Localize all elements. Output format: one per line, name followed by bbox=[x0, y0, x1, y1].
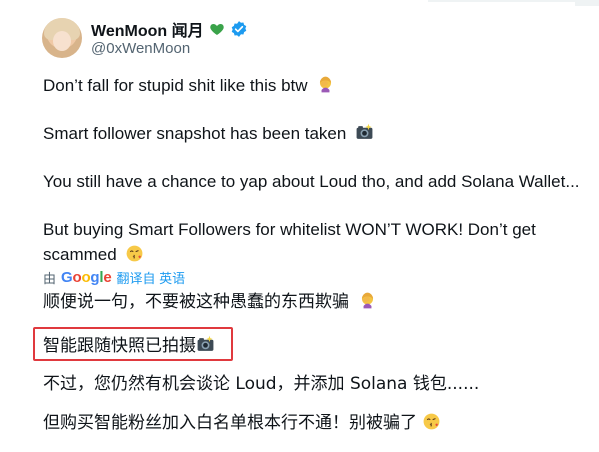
translated-paragraph-highlighted: 智能跟随快照已拍摄 bbox=[43, 334, 215, 358]
tweet-text: Don’t fall for stupid shit like this btw bbox=[43, 76, 308, 95]
green-heart-icon bbox=[209, 24, 224, 35]
avatar[interactable] bbox=[42, 18, 82, 58]
translated-text: 但购买智能粉丝加入白名单根本行不通！别被骗了 bbox=[43, 413, 417, 433]
translated-paragraph: 但购买智能粉丝加入白名单根本行不通！别被骗了 bbox=[43, 411, 441, 435]
tweet-card: WenMoon 闻月 @0xWenMoon Don’t fall for stu… bbox=[0, 0, 599, 452]
divider bbox=[575, 0, 599, 6]
kissing-face-emoji-icon bbox=[423, 413, 440, 430]
tweet-text: But buying Smart Followers for whitelist… bbox=[43, 220, 536, 264]
avatar-face bbox=[53, 31, 71, 51]
translated-text: 不过，您仍然有机会谈论 Loud，并添加 Solana 钱包...... bbox=[43, 374, 480, 394]
translated-from-link[interactable]: 翻译自 英语 bbox=[117, 268, 186, 287]
display-name[interactable]: WenMoon 闻月 bbox=[91, 17, 204, 41]
translated-paragraph: 顺便说一句，不要被这种愚蠢的东西欺骗 bbox=[43, 290, 377, 314]
divider bbox=[428, 0, 599, 2]
tweet-paragraph: Smart follower snapshot has been taken bbox=[43, 121, 374, 146]
translation-by-label: 由 bbox=[43, 270, 57, 286]
google-logo: Google bbox=[61, 268, 112, 286]
tweet-paragraph: Don’t fall for stupid shit like this btw bbox=[43, 73, 335, 98]
author-name-row: WenMoon 闻月 bbox=[91, 18, 248, 40]
translated-paragraph: 不过，您仍然有机会谈论 Loud，并添加 Solana 钱包...... bbox=[43, 372, 479, 396]
tweet-paragraph: But buying Smart Followers for whitelist… bbox=[43, 217, 583, 267]
tweet-text: Smart follower snapshot has been taken bbox=[43, 124, 347, 143]
translated-text: 智能跟随快照已拍摄 bbox=[43, 336, 196, 356]
tweet-text: You still have a chance to yap about Lou… bbox=[43, 172, 580, 191]
camera-flash-icon bbox=[356, 123, 373, 139]
camera-flash-icon bbox=[197, 335, 214, 351]
facepalm-emoji-icon bbox=[320, 76, 332, 93]
tweet-paragraph: You still have a chance to yap about Lou… bbox=[43, 169, 580, 194]
translation-attribution: 由 Google 翻译自 英语 bbox=[43, 268, 185, 286]
kissing-face-emoji-icon bbox=[127, 245, 143, 262]
author-handle[interactable]: @0xWenMoon bbox=[91, 40, 190, 57]
verified-badge-icon bbox=[231, 21, 246, 37]
translated-text: 顺便说一句，不要被这种愚蠢的东西欺骗 bbox=[43, 292, 349, 312]
facepalm-emoji-icon bbox=[362, 292, 374, 309]
